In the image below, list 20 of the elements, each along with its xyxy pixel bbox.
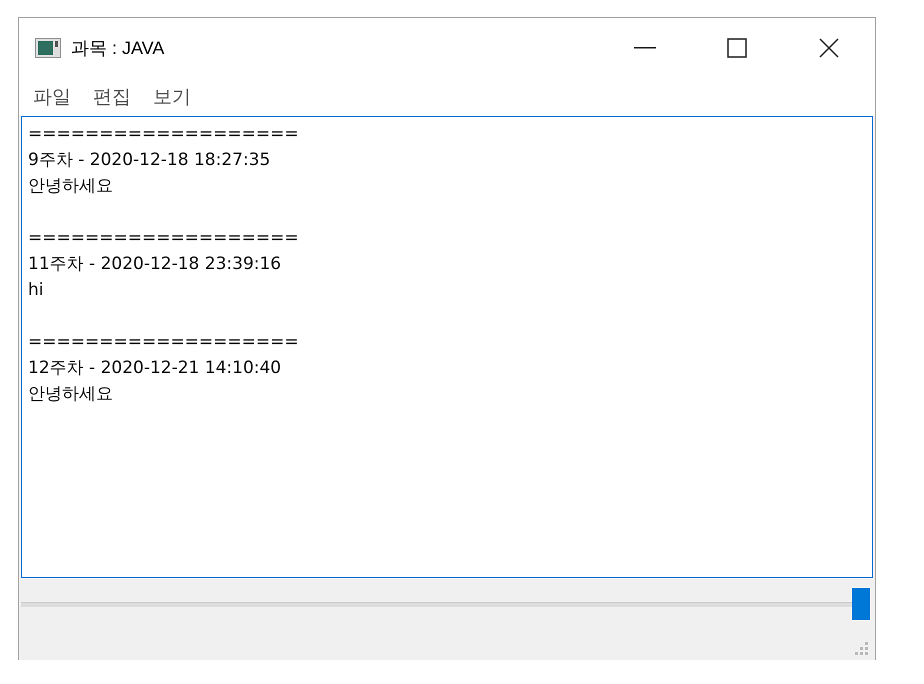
menu-item[interactable]: 파일 xyxy=(33,84,71,110)
app-icon xyxy=(35,38,61,58)
minimize-icon xyxy=(634,47,656,49)
slider-thumb[interactable] xyxy=(852,588,870,620)
entry-body: 안녕하세요 xyxy=(28,383,114,406)
entry-body: 안녕하세요 xyxy=(28,175,114,198)
resize-grip-icon[interactable] xyxy=(855,642,869,656)
separator-line: =================== xyxy=(28,123,300,146)
separator-line: =================== xyxy=(28,331,300,354)
close-icon xyxy=(818,37,840,59)
entry-heading: 12주차 - 2020-12-21 14:10:40 xyxy=(28,357,282,380)
entry-heading: 9주차 - 2020-12-18 18:27:35 xyxy=(28,149,272,172)
maximize-icon xyxy=(727,38,747,58)
entry-heading: 11주차 - 2020-12-18 23:39:16 xyxy=(28,253,282,276)
entry-body: hi xyxy=(28,279,44,302)
text-area[interactable]: =================== 9주차 - 2020-12-18 18:27:35 안녕하세요 =================== 11주차 - 2020-12-18 23:39:16 hi =================== 12주차 - 2020-12-21 14:10:40 안녕하세요 xyxy=(21,116,873,578)
window-title: 과목 : JAVA xyxy=(71,37,166,60)
menu-item[interactable]: 편집 xyxy=(93,84,131,110)
separator-line: =================== xyxy=(28,227,300,250)
menu-item[interactable]: 보기 xyxy=(153,84,191,110)
